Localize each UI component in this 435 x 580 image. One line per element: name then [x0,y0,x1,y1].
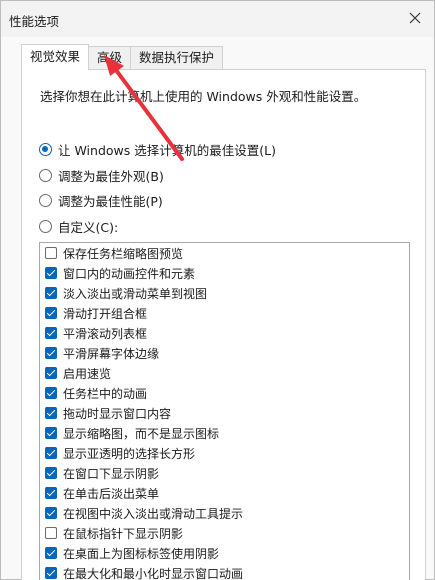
list-item[interactable]: 滑动打开组合框 [40,303,409,323]
list-item[interactable]: 保存任务栏缩略图预览 [40,243,409,263]
close-icon [409,12,421,24]
checkbox[interactable] [45,247,57,259]
option-label: 窗口内的动画控件和元素 [63,266,196,281]
tab-advanced[interactable]: 高级 [88,46,132,70]
list-item[interactable]: 在桌面上为图标标签使用阴影 [40,543,409,563]
radio-label: 调整为最佳性能(P) [58,193,163,209]
checkbox[interactable] [45,307,57,319]
checkbox[interactable] [45,387,57,399]
radio-best-performance[interactable]: 调整为最佳性能(P) [39,191,163,209]
list-item[interactable]: 显示亚透明的选择长方形 [40,443,409,463]
list-item[interactable]: 在单击后淡出菜单 [40,483,409,503]
tab-visual-effects[interactable]: 视觉效果 [21,44,90,70]
list-item[interactable]: 平滑屏幕字体边缘 [40,343,409,363]
titlebar: 性能选项 [1,1,434,37]
checkbox[interactable] [45,447,57,459]
checkbox[interactable] [45,407,57,419]
tab-strip: 视觉效果 高级 数据执行保护 [21,44,224,70]
option-label: 在桌面上为图标标签使用阴影 [63,546,220,561]
tab-data-execution-prevention[interactable]: 数据执行保护 [130,46,224,70]
checkbox[interactable] [45,487,57,499]
checkbox[interactable] [45,327,57,339]
radio-button[interactable] [39,219,52,233]
list-item[interactable]: 平滑滚动列表框 [40,323,409,343]
option-label: 任务栏中的动画 [63,386,148,401]
radio-label: 让 Windows 选择计算机的最佳设置(L) [58,142,276,158]
option-label: 启用速览 [63,366,112,381]
radio-button[interactable] [39,193,52,207]
radio-custom[interactable]: 自定义(C): [39,217,118,235]
performance-options-dialog: 性能选项 视觉效果 高级 数据执行保护 选择你想在此计算机上使用的 Window… [0,0,435,580]
list-item[interactable]: 拖动时显示窗口内容 [40,403,409,423]
radio-label: 调整为最佳外观(B) [58,168,164,184]
dialog-title: 性能选项 [9,14,60,29]
visual-effects-panel: 选择你想在此计算机上使用的 Windows 外观和性能设置。 让 Windows… [21,69,426,580]
list-item[interactable]: 显示缩略图，而不是显示图标 [40,423,409,443]
checkbox[interactable] [45,267,57,279]
option-label: 滑动打开组合框 [63,306,148,321]
option-label: 在最大化和最小化时显示窗口动画 [63,566,244,580]
radio-label: 自定义(C): [58,219,119,235]
option-label: 平滑滚动列表框 [63,326,148,341]
radio-button[interactable] [39,142,52,156]
close-button[interactable] [400,5,430,31]
option-label: 拖动时显示窗口内容 [63,406,172,421]
list-item[interactable]: 淡入淡出或滑动菜单到视图 [40,283,409,303]
list-item[interactable]: 在窗口下显示阴影 [40,463,409,483]
checkbox[interactable] [45,287,57,299]
custom-effects-list[interactable]: 保存任务栏缩略图预览 窗口内的动画控件和元素 淡入淡出或滑动菜单到视图 滑动打开组合框… [39,242,410,580]
list-item[interactable]: 在鼠标指针下显示阴影 [40,523,409,543]
radio-button[interactable] [39,168,52,182]
option-label: 显示缩略图，而不是显示图标 [63,426,220,441]
panel-description: 选择你想在此计算机上使用的 Windows 外观和性能设置。 [40,89,367,104]
list-item[interactable]: 在视图中淡入淡出或滑动工具提示 [40,503,409,523]
option-label: 在鼠标指针下显示阴影 [63,526,184,541]
checkbox[interactable] [45,467,57,479]
option-label: 在单击后淡出菜单 [63,486,160,501]
radio-let-windows-choose[interactable]: 让 Windows 选择计算机的最佳设置(L) [39,140,276,158]
list-item[interactable]: 在最大化和最小化时显示窗口动画 [40,563,409,580]
option-label: 平滑屏幕字体边缘 [63,346,160,361]
checkbox[interactable] [45,507,57,519]
checkbox[interactable] [45,347,57,359]
option-label: 在窗口下显示阴影 [63,466,160,481]
list-item[interactable]: 启用速览 [40,363,409,383]
checkbox[interactable] [45,527,57,539]
radio-best-appearance[interactable]: 调整为最佳外观(B) [39,166,164,184]
checkbox[interactable] [45,367,57,379]
checkbox[interactable] [45,567,57,579]
option-label: 淡入淡出或滑动菜单到视图 [63,286,208,301]
list-item[interactable]: 窗口内的动画控件和元素 [40,263,409,283]
option-label: 在视图中淡入淡出或滑动工具提示 [63,506,244,521]
option-label: 保存任务栏缩略图预览 [63,246,184,261]
checkbox[interactable] [45,427,57,439]
checkbox[interactable] [45,547,57,559]
list-item[interactable]: 任务栏中的动画 [40,383,409,403]
option-label: 显示亚透明的选择长方形 [63,446,196,461]
